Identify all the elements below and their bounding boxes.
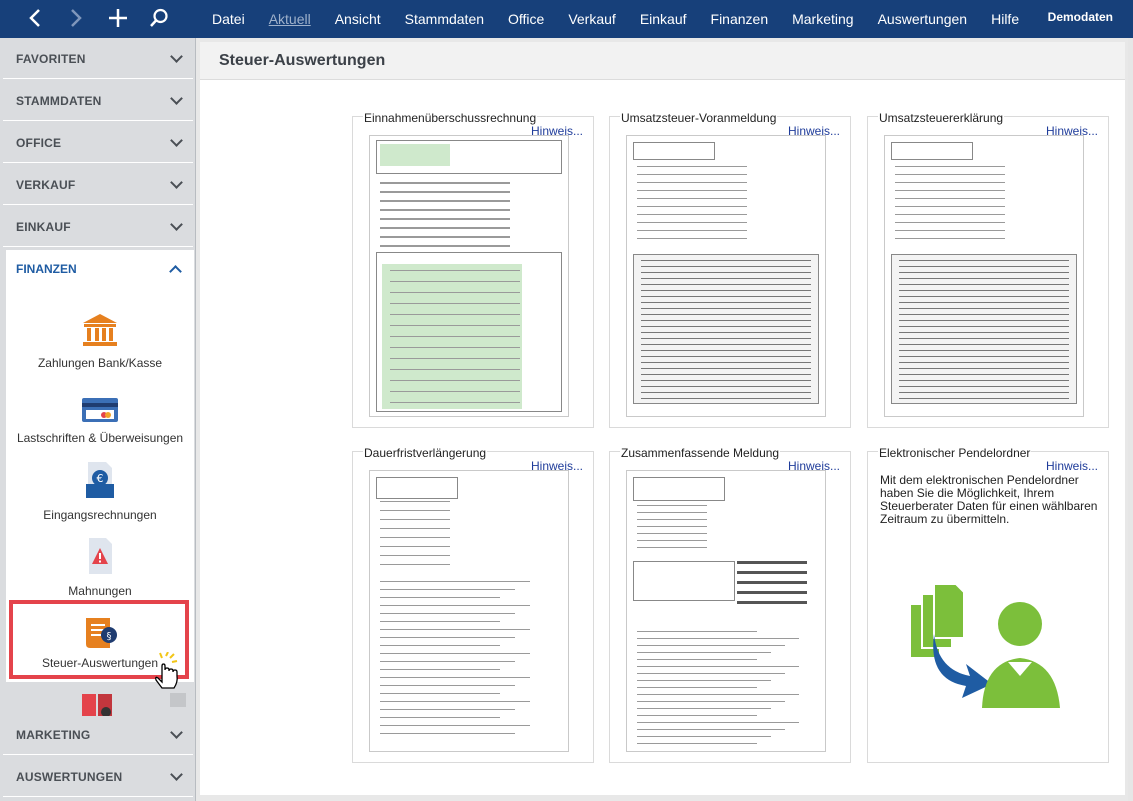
page-header: Steuer-Auswertungen: [200, 42, 1125, 80]
chevron-down-icon: [170, 50, 183, 63]
report-card[interactable]: Dauerfristverlängerung Hinweis...: [352, 446, 594, 763]
menu-item-stammdaten[interactable]: Stammdaten: [393, 0, 496, 38]
menu-item-datei[interactable]: Datei: [200, 0, 257, 38]
sidebar-item-zahlungen[interactable]: Zahlungen Bank/Kasse: [6, 312, 194, 372]
chevron-right-icon[interactable]: [56, 0, 96, 36]
form-thumbnail[interactable]: [884, 135, 1084, 417]
sidebar-scroll-button[interactable]: [170, 693, 186, 707]
plus-icon[interactable]: [98, 0, 138, 36]
chevron-left-icon[interactable]: [15, 0, 55, 36]
sidebar-section-marketing[interactable]: MARKETING: [3, 715, 193, 755]
credit-card-icon: [80, 394, 120, 430]
document-transfer-user-icon[interactable]: [908, 580, 1068, 710]
page-title: Steuer-Auswertungen: [219, 52, 386, 69]
user-label[interactable]: Demodaten: [1048, 0, 1113, 34]
main-menu: Datei Aktuell Ansicht Stammdaten Office Verka…: [200, 0, 1031, 38]
sidebar-item-label: Lastschriften & Überweisungen: [16, 431, 184, 445]
warning-document-icon: [80, 536, 120, 576]
chevron-down-icon: [170, 768, 183, 781]
hint-link[interactable]: Hinweis...: [1046, 459, 1098, 473]
sidebar-section-auswertungen[interactable]: AUSWERTUNGEN: [3, 757, 193, 797]
sidebar-section-office[interactable]: OFFICE: [3, 123, 193, 163]
top-toolbar: Datei Aktuell Ansicht Stammdaten Office Verka…: [0, 0, 1133, 38]
form-thumbnail[interactable]: [369, 470, 569, 752]
chevron-down-icon: [170, 176, 183, 189]
menu-item-ansicht[interactable]: Ansicht: [323, 0, 393, 38]
svg-text:€: €: [97, 472, 104, 485]
section-label: VERKAUF: [16, 177, 76, 192]
section-label: MARKETING: [16, 727, 91, 742]
menu-item-office[interactable]: Office: [496, 0, 556, 38]
menu-item-aktuell[interactable]: Aktuell: [257, 0, 323, 38]
card-title: Zusammenfassende Meldung: [620, 446, 781, 460]
sidebar-section-einkauf[interactable]: EINKAUF: [3, 207, 193, 247]
form-thumbnail[interactable]: [626, 470, 826, 752]
report-card[interactable]: Elektronischer Pendelordner Hinweis... Mit…: [867, 446, 1109, 763]
menu-item-finanzen[interactable]: Finanzen: [699, 0, 781, 38]
card-description: Mit dem elektronischen Pendelordner habe…: [880, 473, 1098, 526]
section-label: OFFICE: [16, 135, 62, 150]
chevron-up-icon: [169, 265, 182, 278]
section-label: EINKAUF: [16, 219, 71, 234]
report-card[interactable]: Umsatzsteuererklärung Hinweis...: [867, 111, 1109, 428]
search-icon[interactable]: [139, 0, 179, 36]
sidebar-item-lastschriften[interactable]: Lastschriften & Überweisungen: [6, 390, 194, 446]
menu-item-marketing[interactable]: Marketing: [780, 0, 865, 38]
hand-cursor-icon: [150, 651, 182, 692]
card-title: Umsatzsteuererklärung: [878, 111, 1005, 125]
section-label: STAMMDATEN: [16, 93, 102, 108]
menu-item-hilfe[interactable]: Hilfe: [979, 0, 1031, 38]
chevron-down-icon: [170, 218, 183, 231]
card-title: Elektronischer Pendelordner: [878, 446, 1032, 460]
sidebar-item-label: Mahnungen: [68, 584, 132, 598]
section-label: AUSWERTUNGEN: [16, 769, 123, 784]
menu-item-einkauf[interactable]: Einkauf: [628, 0, 699, 38]
chevron-down-icon: [170, 134, 183, 147]
sidebar-item-eingangsrechnungen[interactable]: € Eingangsrechnungen: [6, 460, 194, 522]
card-title: Umsatzsteuer-Voranmeldung: [620, 111, 778, 125]
sidebar-section-finanzen[interactable]: FINANZEN: [6, 250, 194, 288]
form-thumbnail[interactable]: [626, 135, 826, 417]
menu-item-auswertungen[interactable]: Auswertungen: [866, 0, 980, 38]
sidebar-section-verkauf[interactable]: VERKAUF: [3, 165, 193, 205]
card-title: Einnahmenüberschussrechnung: [363, 111, 538, 125]
sidebar-section-stammdaten[interactable]: STAMMDATEN: [3, 81, 193, 121]
book-icon: [80, 690, 114, 716]
card-title: Dauerfristverlängerung: [363, 446, 488, 460]
chevron-down-icon: [170, 92, 183, 105]
report-card[interactable]: Einnahmenüberschussrechnung Hinweis...: [352, 111, 594, 428]
form-thumbnail[interactable]: [369, 135, 569, 417]
sidebar-item-label: Zahlungen Bank/Kasse: [37, 356, 163, 370]
scrollbar[interactable]: [1128, 38, 1133, 801]
sidebar-item-label: Eingangsrechnungen: [43, 508, 157, 522]
report-card[interactable]: Umsatzsteuer-Voranmeldung Hinweis...: [609, 111, 851, 428]
bank-icon: [80, 312, 120, 348]
section-label: FAVORITEN: [16, 51, 86, 66]
sidebar-section-favoriten[interactable]: FAVORITEN: [3, 39, 193, 79]
chevron-down-icon: [170, 726, 183, 739]
invoice-euro-icon: €: [80, 460, 120, 500]
report-card[interactable]: Zusammenfassende Meldung Hinweis...: [609, 446, 851, 763]
section-label: FINANZEN: [16, 262, 77, 276]
sidebar-item-mahnungen[interactable]: Mahnungen: [6, 536, 194, 598]
menu-item-verkauf[interactable]: Verkauf: [556, 0, 627, 38]
